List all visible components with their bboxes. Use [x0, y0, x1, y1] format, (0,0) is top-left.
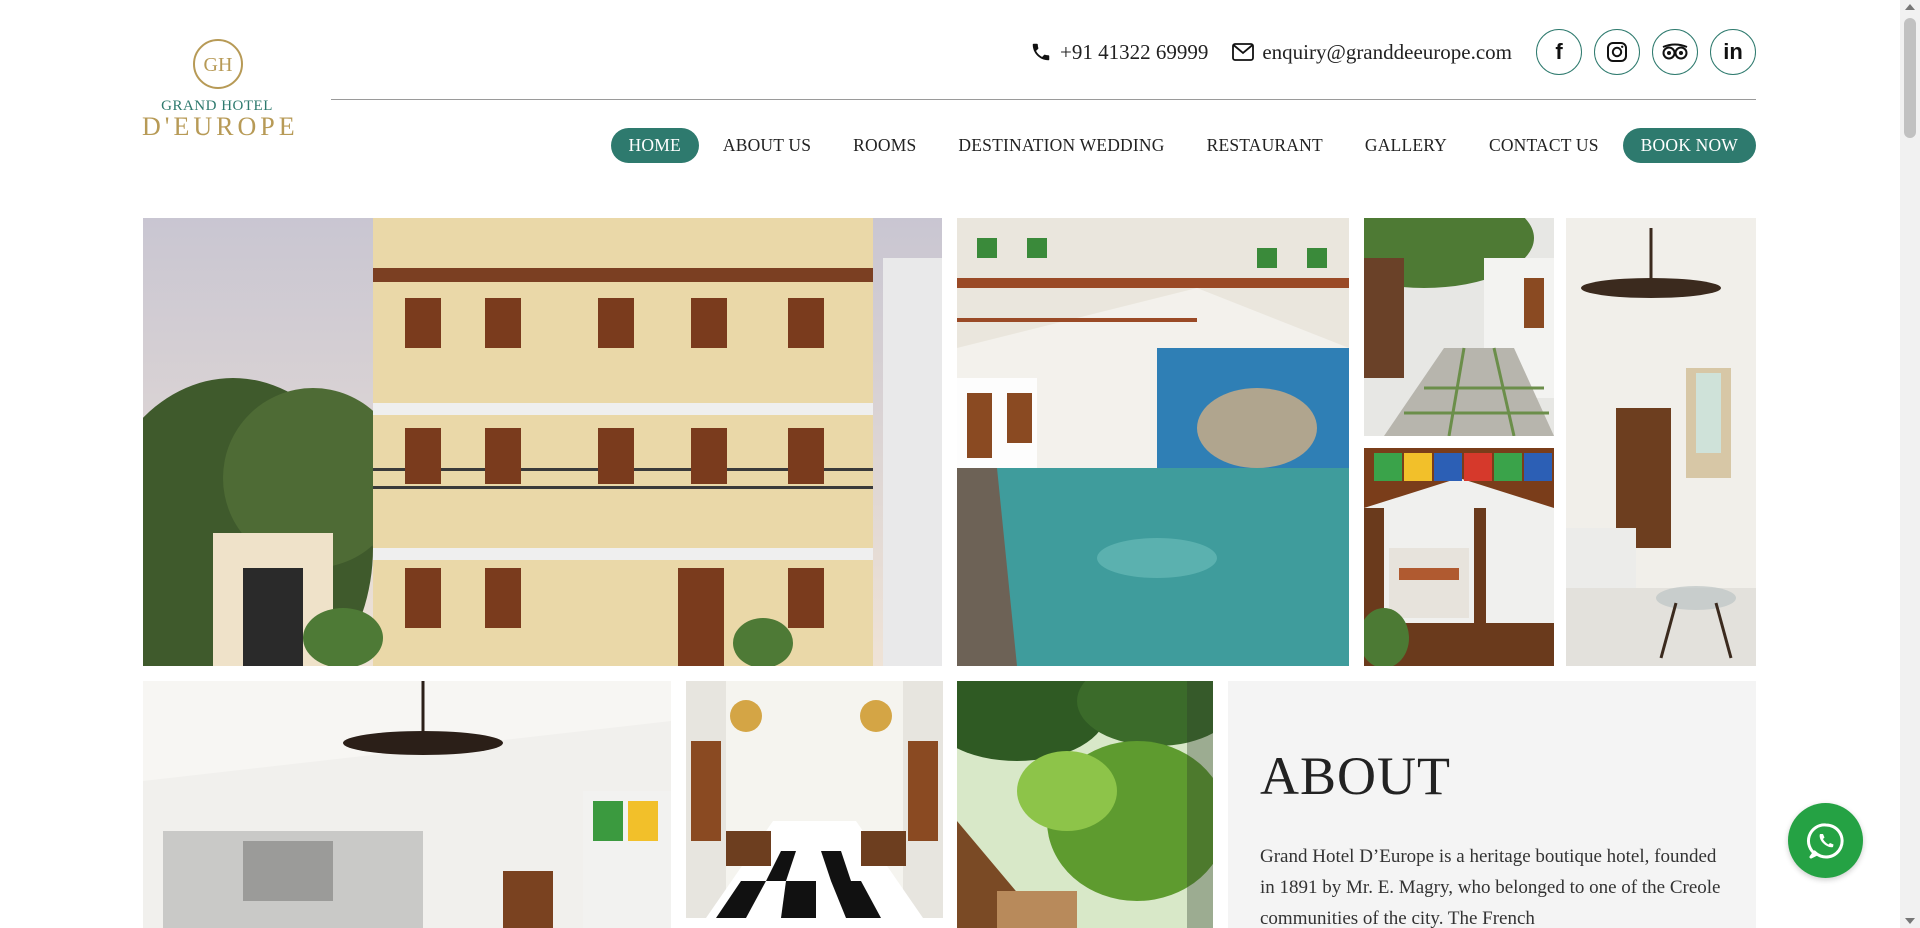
- linkedin-icon: in: [1723, 39, 1743, 64]
- about-text: Grand Hotel D’Europe is a heritage bouti…: [1260, 846, 1721, 928]
- header-divider: [331, 99, 1756, 100]
- page-scrollbar[interactable]: [1900, 0, 1920, 928]
- scroll-down-arrow-icon[interactable]: [1905, 918, 1915, 924]
- scroll-up-arrow-icon[interactable]: [1905, 4, 1915, 10]
- logo-monogram-icon: GH: [193, 39, 243, 89]
- phone-icon: [1032, 43, 1050, 61]
- scroll-thumb[interactable]: [1904, 18, 1916, 138]
- walkway-photo: [1364, 218, 1554, 436]
- tripadvisor-button[interactable]: [1652, 29, 1698, 75]
- email-address: enquiry@granddeeurope.com: [1262, 39, 1512, 64]
- facebook-button[interactable]: f: [1536, 29, 1582, 75]
- instagram-icon: [1607, 42, 1627, 62]
- whatsapp-icon: [1806, 822, 1844, 858]
- phone-link[interactable]: +91 41322 69999: [1030, 40, 1208, 65]
- mail-icon: [1232, 43, 1255, 61]
- restaurant-photo: [686, 681, 943, 918]
- nav-rooms[interactable]: ROOMS: [835, 128, 934, 163]
- nav-contact-us[interactable]: CONTACT US: [1471, 128, 1617, 163]
- svg-text:GH: GH: [204, 54, 233, 76]
- instagram-button[interactable]: [1594, 29, 1640, 75]
- contact-bar: +91 41322 69999 enquiry@granddeeurope.co…: [1030, 28, 1756, 76]
- nav-about-us[interactable]: ABOUT US: [705, 128, 829, 163]
- garden-photo: [957, 681, 1213, 928]
- about-heading: ABOUT: [1260, 746, 1451, 806]
- hotel-facade-photo: [143, 218, 942, 666]
- hotel-logo[interactable]: GH GRAND HOTEL D'EUROPE: [142, 38, 295, 141]
- stained-glass-photo: [1364, 448, 1554, 666]
- whatsapp-button[interactable]: [1788, 803, 1863, 878]
- facebook-icon: f: [1555, 39, 1563, 64]
- bedroom-photo: [1566, 218, 1756, 666]
- nav-destination-wedding[interactable]: DESTINATION WEDDING: [940, 128, 1182, 163]
- linkedin-button[interactable]: in: [1710, 29, 1756, 75]
- about-section: ABOUT Grand Hotel D’Europe is a heritage…: [1228, 681, 1756, 928]
- email-link[interactable]: enquiry@granddeeurope.com: [1232, 40, 1512, 65]
- book-now-button[interactable]: BOOK NOW: [1622, 128, 1756, 163]
- nav-home[interactable]: HOME: [610, 128, 699, 163]
- tripadvisor-icon: [1662, 43, 1688, 60]
- main-nav: HOME ABOUT US ROOMS DESTINATION WEDDING …: [610, 128, 1756, 163]
- phone-number: +91 41322 69999: [1059, 39, 1209, 64]
- ceiling-fan-room-photo: [143, 681, 671, 928]
- nav-restaurant[interactable]: RESTAURANT: [1189, 128, 1341, 163]
- logo-line2: D'EUROPE: [142, 112, 299, 141]
- pool-courtyard-photo: [957, 218, 1349, 666]
- nav-gallery[interactable]: GALLERY: [1347, 128, 1465, 163]
